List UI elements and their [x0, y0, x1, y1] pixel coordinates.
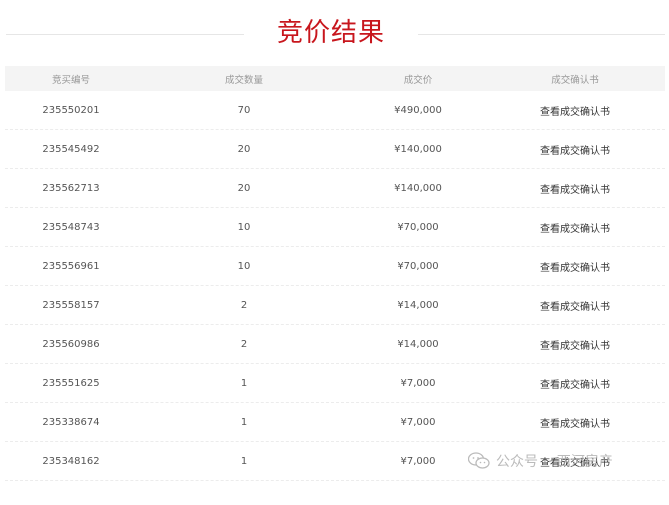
quantity: 70 [237, 104, 251, 116]
price: ¥70,000 [397, 260, 439, 272]
price: ¥7,000 [400, 416, 436, 428]
watermark-brand: · 西河房产 [548, 454, 613, 470]
quantity: 20 [237, 182, 251, 194]
table-row: 235558157 2 ¥14,000 查看成交确认书 [5, 286, 665, 325]
quantity: 1 [240, 377, 248, 389]
title-divider-left [6, 34, 244, 35]
table-header: 竞买编号 成交数量 成交价 成交确认书 [5, 66, 665, 91]
view-confirmation-link[interactable]: 查看成交确认书 [540, 224, 610, 235]
table-row: 235550201 70 ¥490,000 查看成交确认书 [5, 91, 665, 130]
price: ¥140,000 [394, 182, 442, 194]
watermark-label: 公众号 [496, 454, 538, 470]
header-price: 成交价 [403, 74, 433, 86]
quantity: 1 [240, 416, 248, 428]
view-confirmation-link[interactable]: 查看成交确认书 [540, 341, 610, 352]
bid-id: 235338674 [42, 416, 100, 428]
bid-id: 235551625 [42, 377, 100, 389]
view-confirmation-link[interactable]: 查看成交确认书 [540, 380, 610, 391]
quantity: 1 [240, 455, 248, 467]
view-confirmation-link[interactable]: 查看成交确认书 [540, 107, 610, 118]
table-row: 235556961 10 ¥70,000 查看成交确认书 [5, 247, 665, 286]
quantity: 10 [237, 260, 251, 272]
view-confirmation-link[interactable]: 查看成交确认书 [540, 185, 610, 196]
header-bid-id: 竞买编号 [51, 74, 90, 86]
results-table: 竞买编号 成交数量 成交价 成交确认书 235550201 70 ¥490,00… [5, 66, 665, 481]
quantity: 2 [240, 299, 248, 311]
price: ¥7,000 [400, 377, 436, 389]
page-title: 竞价结果 [276, 18, 385, 48]
view-confirmation-link[interactable]: 查看成交确认书 [540, 302, 610, 313]
bid-id: 235545492 [42, 143, 100, 155]
title-divider-right [418, 34, 665, 35]
quantity: 20 [237, 143, 251, 155]
table-row: 235338674 1 ¥7,000 查看成交确认书 [5, 403, 665, 442]
quantity: 10 [237, 221, 251, 233]
section-header: 竞价结果 [0, 0, 669, 64]
bid-id: 235550201 [42, 104, 100, 116]
table-row: 235545492 20 ¥140,000 查看成交确认书 [5, 130, 665, 169]
wechat-icon [468, 452, 490, 469]
view-confirmation-link[interactable]: 查看成交确认书 [540, 263, 610, 274]
price: ¥7,000 [400, 455, 436, 467]
bid-id: 235562713 [42, 182, 100, 194]
watermark: 公众号 · 西河房产 [468, 450, 613, 472]
price: ¥140,000 [394, 143, 442, 155]
table-row: 235560986 2 ¥14,000 查看成交确认书 [5, 325, 665, 364]
bid-id: 235560986 [42, 338, 100, 350]
view-confirmation-link[interactable]: 查看成交确认书 [540, 146, 610, 157]
table-row: 235548743 10 ¥70,000 查看成交确认书 [5, 208, 665, 247]
price: ¥70,000 [397, 221, 439, 233]
header-confirmation: 成交确认书 [551, 74, 599, 86]
price: ¥490,000 [394, 104, 442, 116]
table-row: 235551625 1 ¥7,000 查看成交确认书 [5, 364, 665, 403]
price: ¥14,000 [397, 299, 439, 311]
bid-id: 235558157 [42, 299, 100, 311]
bid-id: 235348162 [42, 455, 100, 467]
table-row: 235562713 20 ¥140,000 查看成交确认书 [5, 169, 665, 208]
quantity: 2 [240, 338, 248, 350]
header-quantity: 成交数量 [224, 74, 263, 86]
bid-id: 235556961 [42, 260, 100, 272]
view-confirmation-link[interactable]: 查看成交确认书 [540, 419, 610, 430]
price: ¥14,000 [397, 338, 439, 350]
bid-id: 235548743 [42, 221, 100, 233]
